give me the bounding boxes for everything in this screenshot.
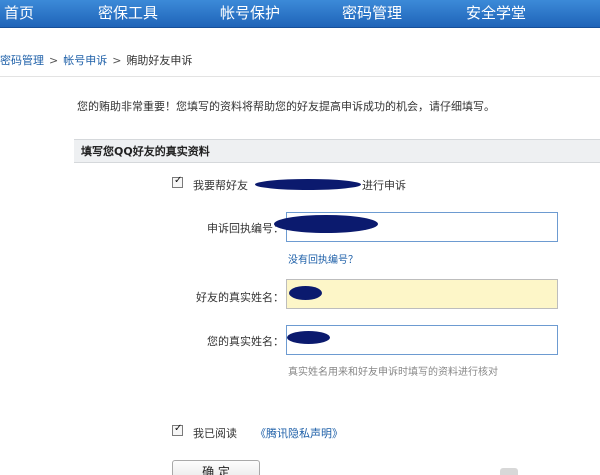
redacted-your-name (287, 331, 330, 344)
your-real-name-label: 您的真实姓名： (207, 335, 284, 348)
nav-item-security-school[interactable]: 安全学堂 (466, 0, 526, 28)
nav-item-account-protection[interactable]: 帐号保护 (220, 0, 280, 28)
nav-item-security-tools[interactable]: 密保工具 (98, 0, 158, 28)
redacted-receipt-number (274, 215, 378, 233)
breadcrumb-password-management[interactable]: 密码管理 (0, 54, 44, 67)
real-name-hint: 真实姓名用来和好友申诉时填写的资料进行核对 (288, 367, 498, 378)
help-friend-suffix: 进行申诉 (362, 179, 406, 192)
partial-button-edge (500, 468, 518, 475)
section-header: 填写您QQ好友的真实资料 (74, 139, 600, 163)
section-title: 填写您QQ好友的真实资料 (81, 145, 210, 158)
breadcrumb-separator: > (112, 54, 122, 67)
friend-real-name-label: 好友的真实姓名： (196, 291, 284, 304)
breadcrumb-account-appeal[interactable]: 帐号申诉 (63, 54, 107, 67)
redacted-friend-name (289, 286, 322, 300)
intro-text: 您的贿助非常重要！您填写的资料将帮助您的好友提高申诉成功的机会，请仔细填写。 (77, 100, 495, 113)
agree-text: 我已阅读 (193, 427, 237, 440)
nav-item-home[interactable]: 首页 (4, 0, 34, 28)
breadcrumb: 密码管理 > 帐号申诉 > 贿助好友申诉 (0, 52, 192, 70)
friend-real-name-input[interactable] (286, 279, 558, 309)
confirm-button[interactable]: 确 定 (172, 460, 260, 475)
breadcrumb-current-page: 贿助好友申诉 (126, 54, 193, 67)
help-friend-checkbox[interactable]: ✓ (172, 175, 183, 188)
agree-checkbox[interactable]: ✓ (172, 423, 183, 436)
top-nav-bar: 首页 密保工具 帐号保护 密码管理 安全学堂 (0, 0, 600, 28)
no-receipt-number-link[interactable]: 没有回执编号？ (288, 251, 358, 266)
checkmark-icon: ✓ (174, 423, 183, 434)
help-friend-prefix: 我要帮好友 (193, 179, 248, 192)
redacted-friend-account (255, 179, 361, 190)
nav-item-password-management[interactable]: 密码管理 (342, 0, 402, 28)
breadcrumb-divider (0, 76, 600, 77)
privacy-statement-link[interactable]: 《腾讯隐私声明》 (255, 425, 343, 441)
checkmark-icon: ✓ (174, 175, 183, 186)
breadcrumb-separator: > (49, 54, 59, 67)
receipt-number-label: 申诉回执编号： (207, 222, 284, 235)
